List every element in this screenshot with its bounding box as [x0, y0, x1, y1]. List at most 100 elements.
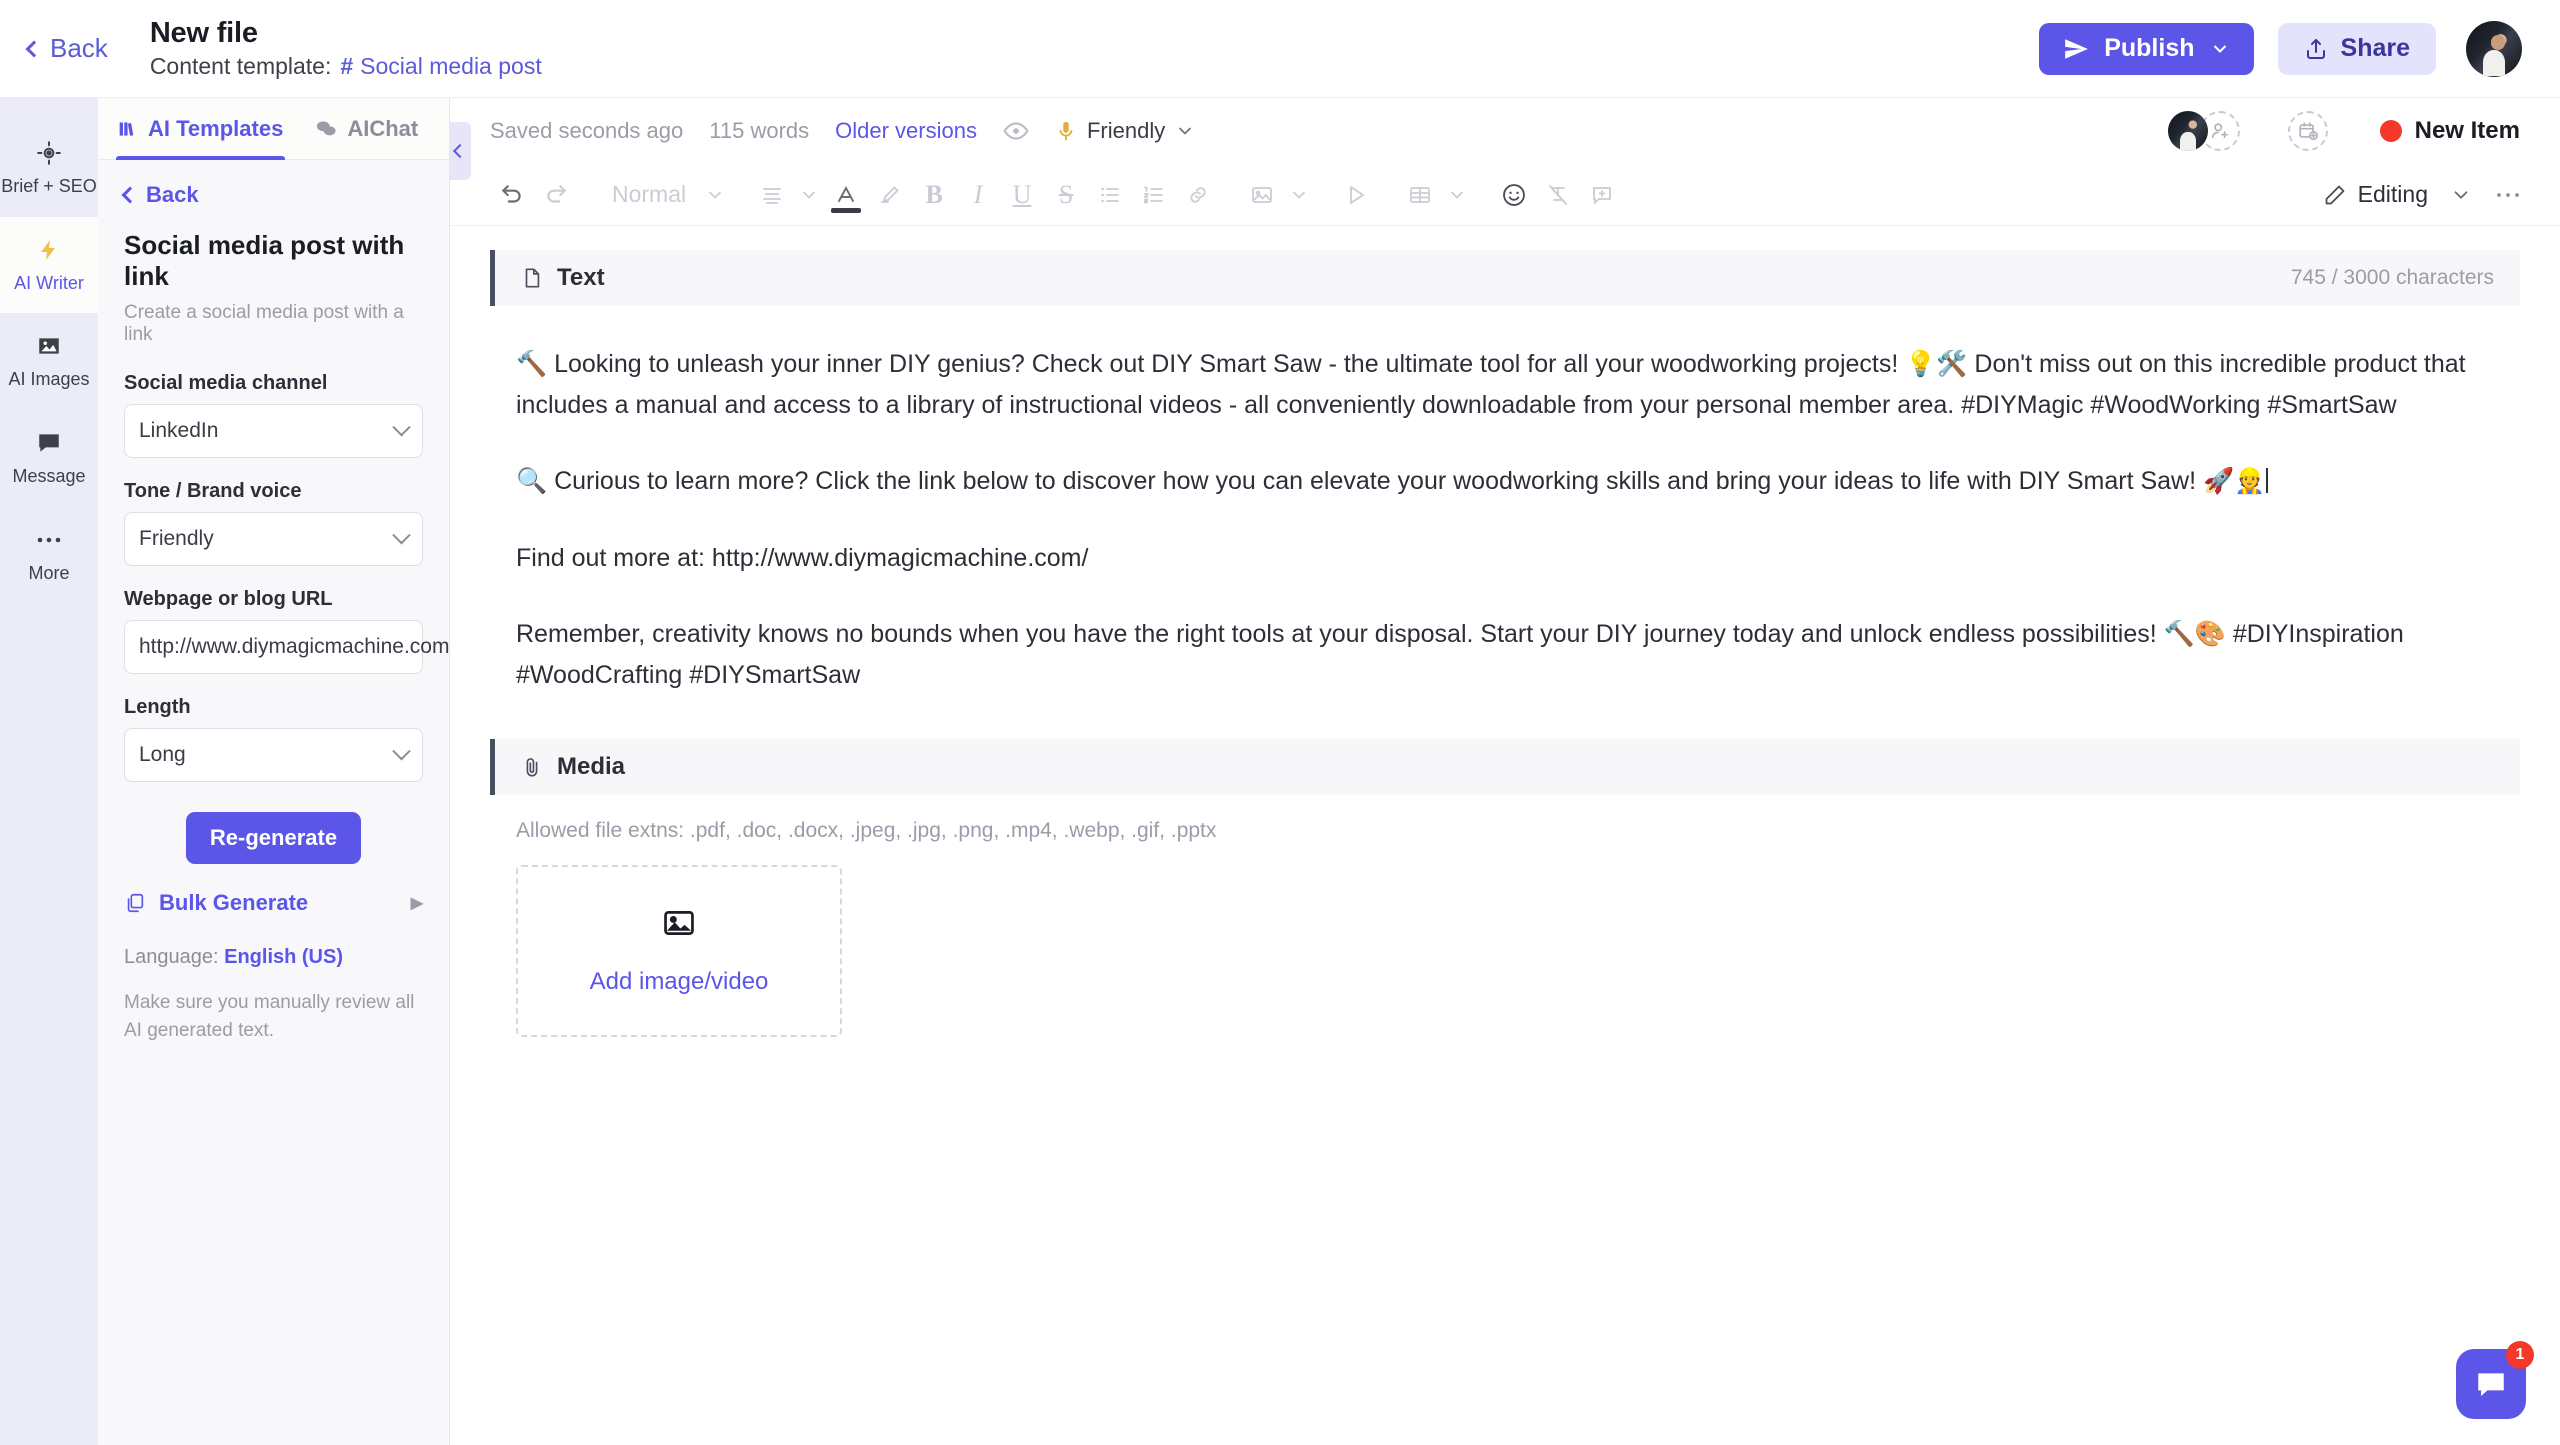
new-item-status[interactable]: New Item — [2379, 117, 2520, 145]
ellipsis-icon — [36, 525, 62, 555]
tone-brand-voice-select[interactable]: Friendly — [124, 512, 423, 566]
app-root: Back New file Content template: # Social… — [0, 0, 2560, 1445]
chevron-left-icon — [121, 186, 139, 204]
text-color-button[interactable] — [824, 173, 868, 217]
select-value: LinkedIn — [139, 419, 219, 442]
tab-aichat[interactable]: AIChat — [313, 98, 420, 159]
regenerate-row: Re-generate — [124, 812, 423, 864]
bulleted-list-button[interactable] — [1088, 173, 1132, 217]
avatar[interactable] — [2466, 20, 2522, 77]
add-media-label: Add image/video — [589, 968, 769, 995]
clear-formatting-button[interactable] — [1536, 173, 1580, 217]
bold-button[interactable]: B — [912, 173, 956, 217]
collapse-panel-button[interactable] — [449, 122, 471, 180]
preview-eye-icon[interactable] — [1003, 118, 1029, 144]
top-bar: Back New file Content template: # Social… — [0, 0, 2560, 98]
file-info: New file Content template: # Social medi… — [150, 17, 542, 80]
microphone-icon — [1055, 119, 1077, 143]
table-chevron-down-icon[interactable] — [1442, 173, 1472, 217]
chat-widget-button[interactable]: 1 — [2456, 1341, 2534, 1419]
chat-icon — [36, 428, 62, 458]
share-button[interactable]: Share — [2277, 22, 2436, 75]
sidebar-item-label: Message — [12, 466, 86, 487]
text-caret — [2266, 468, 2269, 493]
older-versions-link[interactable]: Older versions — [835, 118, 977, 144]
image-chevron-down-icon[interactable] — [1284, 173, 1314, 217]
insert-image-button[interactable] — [1240, 173, 1284, 217]
underline-button[interactable]: U — [1000, 173, 1044, 217]
select-value: Long — [139, 743, 186, 766]
editing-chevron-down-icon[interactable] — [2446, 173, 2476, 217]
tab-ai-templates[interactable]: AI Templates — [116, 98, 286, 160]
sidebar-item-ai-writer[interactable]: AI Writer — [0, 216, 98, 314]
language-value[interactable]: English (US) — [224, 946, 343, 968]
paragraph-style-chevron-down-icon[interactable] — [700, 173, 730, 217]
chat-bubbles-icon — [315, 119, 337, 139]
content-template-name: Social media post — [360, 53, 542, 79]
field-tone-brand-voice: Tone / Brand voice Friendly — [124, 480, 423, 566]
paragraph-text: 🔍 Curious to learn more? Click the link … — [516, 467, 2266, 495]
social-media-channel-select[interactable]: LinkedIn — [124, 404, 423, 458]
sidebar-item-more[interactable]: More — [0, 507, 98, 604]
more-options-icon[interactable] — [2494, 173, 2524, 217]
formatting-toolbar: Normal B I U S Editing — [450, 164, 2560, 226]
webpage-url-input[interactable]: http://www.diymagicmachine.com/ — [124, 620, 449, 674]
publish-button[interactable]: Publish — [2039, 22, 2254, 75]
pencil-icon — [2323, 183, 2347, 207]
back-button[interactable]: Back — [25, 33, 108, 64]
input-value: http://www.diymagicmachine.com/ — [139, 635, 449, 658]
insert-video-button[interactable] — [1334, 173, 1378, 217]
bulk-generate-button[interactable]: Bulk Generate ▶ — [124, 890, 423, 916]
content-template-label: Content template: — [149, 53, 332, 79]
tone-selector[interactable]: Friendly — [1055, 118, 1195, 144]
avatar[interactable] — [2167, 111, 2208, 151]
document-paragraph: 🔍 Curious to learn more? Click the link … — [516, 461, 2494, 502]
add-to-calendar-button[interactable] — [2287, 111, 2328, 151]
numbered-list-button[interactable] — [1132, 173, 1176, 217]
field-label: Tone / Brand voice — [124, 480, 302, 502]
allowed-extensions-note: Allowed file extns: .pdf, .doc, .docx, .… — [516, 819, 1217, 842]
chat-unread-badge: 1 — [2506, 1341, 2534, 1369]
document-paragraph: 🔨 Looking to unleash your inner DIY geni… — [516, 350, 2466, 419]
document-paragraph: Remember, creativity knows no bounds whe… — [516, 620, 2404, 689]
italic-button[interactable]: I — [956, 173, 1000, 217]
send-icon — [2063, 36, 2089, 62]
align-chevron-down-icon[interactable] — [794, 173, 824, 217]
length-select[interactable]: Long — [124, 728, 423, 782]
field-webpage-url: Webpage or blog URL http://www.diymagicm… — [124, 588, 449, 674]
chevron-left-icon — [25, 40, 43, 57]
panel-back-label: Back — [146, 182, 199, 207]
sidebar-item-label: Brief + SEO — [1, 176, 97, 196]
sidebar-item-ai-images[interactable]: AI Images — [0, 313, 98, 410]
tab-label: AIChat — [347, 115, 419, 141]
add-comment-button[interactable] — [1580, 173, 1624, 217]
redo-button[interactable] — [534, 173, 578, 217]
strikethrough-button[interactable]: S — [1044, 173, 1088, 217]
sidebar-item-message[interactable]: Message — [0, 410, 98, 507]
highlight-button[interactable] — [868, 173, 912, 217]
align-button[interactable] — [750, 173, 794, 217]
media-dropzone[interactable]: Add image/video — [516, 865, 842, 1037]
link-button[interactable] — [1176, 173, 1220, 217]
panel-back-button[interactable]: Back — [121, 182, 423, 208]
paragraph-style-value[interactable]: Normal — [598, 181, 700, 208]
document-body[interactable]: 🔨 Looking to unleash your inner DIY geni… — [490, 306, 2520, 705]
share-button-label: Share — [2340, 34, 2410, 62]
editor-status-bar: Saved seconds ago 115 words Older versio… — [450, 98, 2560, 164]
select-value: Friendly — [139, 527, 214, 550]
undo-button[interactable] — [490, 173, 534, 217]
content-template-link[interactable]: # Social media post — [340, 53, 541, 80]
emoji-button[interactable] — [1492, 173, 1536, 217]
insert-table-button[interactable] — [1398, 173, 1442, 217]
editing-mode-label: Editing — [2357, 181, 2428, 207]
bolt-icon — [37, 235, 61, 265]
field-length: Length Long — [124, 696, 423, 782]
image-icon — [662, 906, 696, 940]
sidebar-item-label: AI Images — [8, 369, 90, 390]
editing-mode-button[interactable]: Editing — [2323, 181, 2428, 208]
copy-icon — [124, 892, 146, 914]
chevron-down-icon — [2210, 39, 2230, 59]
sidebar-item-brief-seo[interactable]: Brief + SEO — [0, 120, 98, 217]
regenerate-button[interactable]: Re-generate — [185, 812, 362, 864]
new-item-label: New Item — [2414, 117, 2520, 144]
